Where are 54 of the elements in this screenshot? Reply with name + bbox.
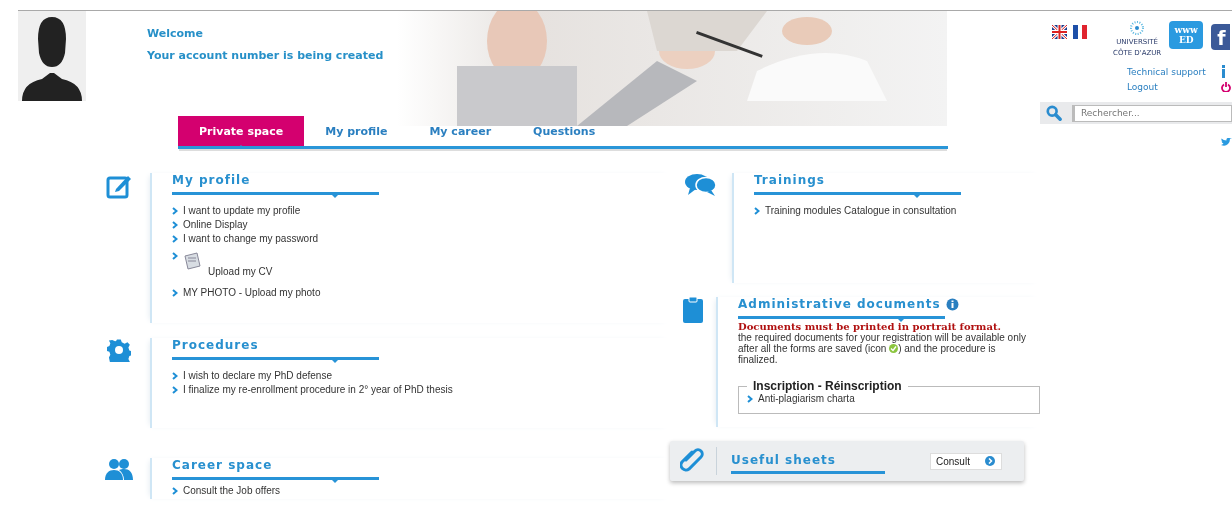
menu-link[interactable]: I want to update my profile xyxy=(183,205,301,216)
description-text: ) and the procedure is xyxy=(898,343,996,354)
chat-icon xyxy=(685,173,717,197)
chevron-icon xyxy=(172,288,178,297)
description-text: after all the forms are saved (icon xyxy=(738,343,887,354)
section-title: Career space xyxy=(172,458,273,472)
consult-button[interactable]: Consult xyxy=(930,452,1002,470)
menu-link[interactable]: Training modules Catalogue in consultation xyxy=(765,205,957,216)
star-burst-icon xyxy=(1130,21,1145,35)
check-icon xyxy=(889,344,899,353)
document-icon xyxy=(183,252,203,270)
gear-icon xyxy=(107,338,131,362)
nav-tab[interactable]: My career xyxy=(408,116,513,146)
uk-flag-icon xyxy=(1052,25,1067,39)
description-text: the required documents for your registration will be available only xyxy=(738,332,1026,343)
group-title: Inscription - Réinscription xyxy=(752,379,903,393)
power-icon xyxy=(1220,82,1231,92)
warning-text: Documents must be printed in portrait format. xyxy=(738,321,1001,332)
nav-tab[interactable]: Private space xyxy=(178,116,305,146)
menu-link[interactable]: Online Display xyxy=(183,219,248,230)
info-icon xyxy=(1220,65,1226,78)
support-link[interactable]: Technical support xyxy=(1127,66,1207,77)
nav-tab[interactable]: My profile xyxy=(304,116,409,146)
facebook-logo[interactable]: f xyxy=(1211,24,1231,50)
section-title: Trainings xyxy=(754,173,825,187)
chevron-icon xyxy=(747,394,753,403)
menu-link[interactable]: Upload my CV xyxy=(208,266,273,277)
menu-link[interactable]: I want to change my password xyxy=(183,233,319,244)
logout-link[interactable]: Logout xyxy=(1127,82,1207,92)
clipboard-icon xyxy=(683,297,703,323)
chevron-icon xyxy=(754,206,760,215)
french-flag-icon xyxy=(1073,25,1087,39)
section-title: My profile xyxy=(172,173,251,187)
menu-link[interactable]: I finalize my re-enrollment procedure in 2° year of PhD thesis xyxy=(183,384,453,395)
search-icon xyxy=(1046,104,1062,122)
menu-link[interactable]: I wish to declare my PhD defense xyxy=(183,370,332,381)
arrow-circle-icon xyxy=(985,456,995,466)
people-icon xyxy=(105,458,133,480)
menu-link[interactable]: MY PHOTO - Upload my photo xyxy=(183,287,321,298)
twitter-icon xyxy=(1221,138,1232,147)
nav-tab[interactable]: Questions xyxy=(512,116,617,146)
menu-link[interactable]: Consult the Job offers xyxy=(183,485,281,496)
menu-link[interactable]: Anti-plagiarism charta xyxy=(758,393,855,404)
section-title: Useful sheets xyxy=(731,452,885,474)
account-status: Your account number is being created xyxy=(147,49,385,62)
paperclip-icon xyxy=(680,448,704,474)
chevron-icon xyxy=(172,252,178,260)
description-text: finalized. xyxy=(738,354,778,365)
chevron-icon xyxy=(172,486,178,495)
section-title: Procedures xyxy=(172,338,259,352)
section-title: Administrative documents xyxy=(738,297,941,311)
search-field[interactable]: Rechercher... xyxy=(1071,104,1232,122)
edit-icon xyxy=(106,173,132,199)
welcome-text: Welcome xyxy=(147,27,204,40)
